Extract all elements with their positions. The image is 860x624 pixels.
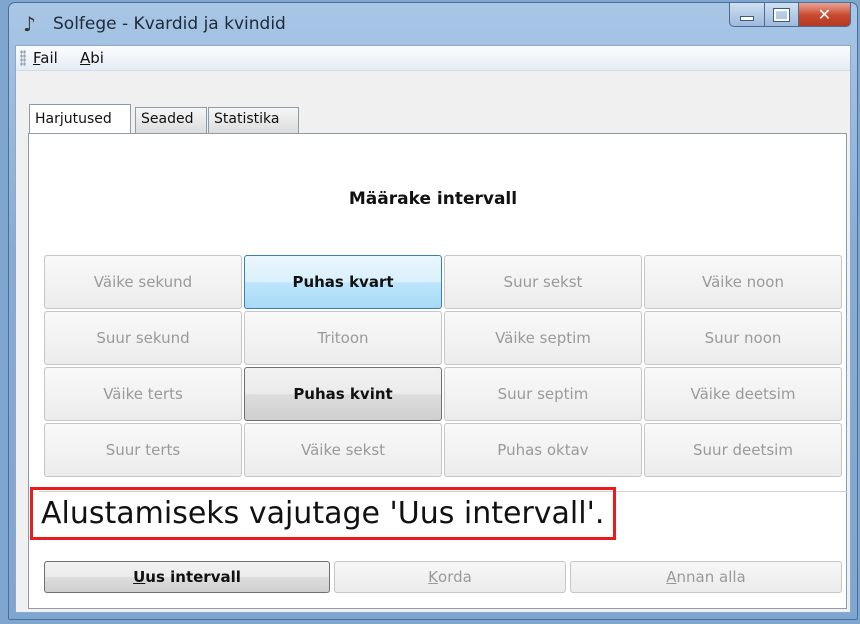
interval-button[interactable]: Suur sekst <box>444 255 642 309</box>
music-note-icon[interactable]: ♪ <box>23 13 45 35</box>
tab-exercises[interactable]: Harjutused <box>29 104 131 133</box>
interval-button[interactable]: Suur deetsim <box>644 423 842 477</box>
status-message: Alustamiseks vajutage 'Uus intervall'. <box>30 487 616 540</box>
interval-button[interactable]: Tritoon <box>244 311 442 365</box>
tab-statistics[interactable]: Statistika <box>208 107 299 133</box>
menu-bar: Fail Abi <box>16 46 850 71</box>
tab-settings[interactable]: Seaded <box>135 107 207 133</box>
repeat-mnemonic: K <box>428 568 439 586</box>
repeat-label: orda <box>438 568 472 586</box>
minimize-icon <box>740 16 754 21</box>
close-icon: ✕ <box>817 5 832 24</box>
interval-button[interactable]: Väike noon <box>644 255 842 309</box>
give-up-mnemonic: A <box>666 568 677 586</box>
interval-button[interactable]: Väike terts <box>44 367 242 421</box>
menu-help-mnemonic: A <box>80 49 91 67</box>
app-window: ♪ Solfege - Kvardid ja kvindid ✕ Fail Ab… <box>8 2 858 620</box>
interval-button[interactable]: Väike sekst <box>244 423 442 477</box>
give-up-label: nnan alla <box>676 568 746 586</box>
menu-help[interactable]: Abi <box>80 49 104 67</box>
maximize-icon <box>773 7 790 22</box>
minimize-button[interactable] <box>729 3 765 27</box>
interval-button[interactable]: Puhas kvart <box>244 255 442 309</box>
window-controls: ✕ <box>729 3 851 29</box>
interval-button[interactable]: Suur septim <box>444 367 642 421</box>
menu-help-rest: bi <box>90 49 104 67</box>
new-interval-label: us intervall <box>145 568 241 586</box>
maximize-button[interactable] <box>765 3 799 27</box>
interval-button[interactable]: Puhas kvint <box>244 367 442 421</box>
repeat-button[interactable]: Korda <box>334 561 566 593</box>
title-bar[interactable]: ♪ Solfege - Kvardid ja kvindid ✕ <box>9 3 857 45</box>
menu-file[interactable]: Fail <box>33 49 58 67</box>
interval-button[interactable]: Suur noon <box>644 311 842 365</box>
interval-button[interactable]: Väike sekund <box>44 255 242 309</box>
new-interval-button[interactable]: Uus intervall <box>44 561 330 593</box>
interval-button[interactable]: Puhas oktav <box>444 423 642 477</box>
close-button[interactable]: ✕ <box>799 3 851 27</box>
give-up-button[interactable]: Annan alla <box>570 561 842 593</box>
window-title: Solfege - Kvardid ja kvindid <box>53 14 286 34</box>
new-interval-mnemonic: U <box>133 568 146 586</box>
menu-file-rest: ail <box>40 49 58 67</box>
menubar-grip-icon <box>20 50 26 66</box>
interval-button[interactable]: Väike septim <box>444 311 642 365</box>
exercise-heading: Määrake intervall <box>348 189 518 209</box>
interval-button[interactable]: Väike deetsim <box>644 367 842 421</box>
interval-button[interactable]: Suur terts <box>44 423 242 477</box>
interval-button[interactable]: Suur sekund <box>44 311 242 365</box>
